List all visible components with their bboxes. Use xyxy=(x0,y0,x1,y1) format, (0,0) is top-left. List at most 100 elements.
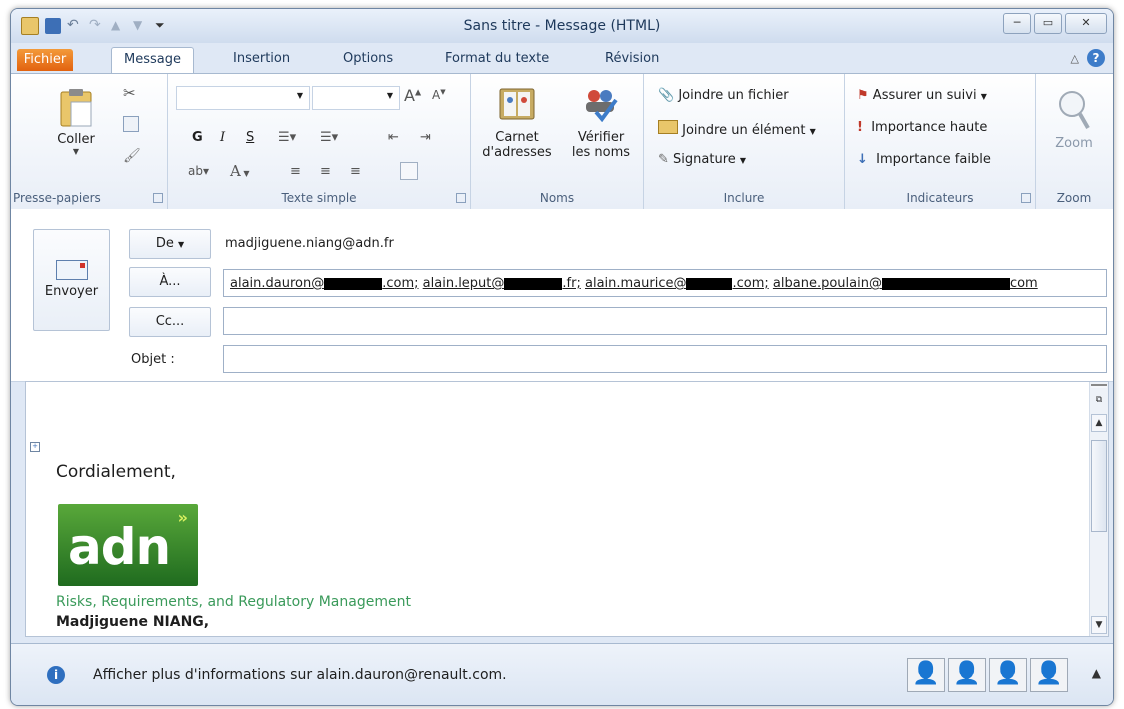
numbering-icon[interactable]: ☰▾ xyxy=(320,130,338,145)
increase-indent-icon[interactable]: ⇥ xyxy=(420,130,431,145)
body-scrollbar[interactable]: ⧉ ▲ ▼ xyxy=(1089,382,1108,636)
bold-button[interactable]: G xyxy=(192,130,203,145)
font-color-button[interactable]: A ▼ xyxy=(230,162,250,180)
move-handle-icon[interactable]: + xyxy=(30,442,40,452)
redaction xyxy=(686,277,733,290)
styles-icon[interactable] xyxy=(400,162,418,180)
clipboard-launcher[interactable] xyxy=(153,193,163,203)
flag-icon: ⚑ xyxy=(857,88,869,103)
underline-button[interactable]: S xyxy=(246,130,254,145)
redaction xyxy=(324,277,383,290)
adn-logo: adn » xyxy=(58,504,198,586)
align-right-icon[interactable]: ≡ xyxy=(350,164,361,179)
cut-icon[interactable]: ✂ xyxy=(123,84,136,102)
include-group-label: Inclure xyxy=(723,191,765,205)
signature-button[interactable]: ✎ Signature ▼ xyxy=(658,152,746,167)
to-field[interactable]: alain.dauron@ .com; alain.leput@ .fr; alai… xyxy=(223,269,1107,297)
recipient-address[interactable]: albane.poulain@ com xyxy=(773,276,1038,291)
recipient-address[interactable]: alain.dauron@ .com; xyxy=(230,276,419,291)
to-part: com xyxy=(1009,276,1038,291)
align-left-icon[interactable]: ≡ xyxy=(290,164,301,179)
clipboard-icon xyxy=(60,89,92,127)
avatar[interactable]: 👤 xyxy=(907,658,945,692)
attach-item-label: Joindre un élément xyxy=(682,123,806,138)
maximize-button[interactable]: ▭ xyxy=(1034,13,1062,34)
address-book-button[interactable]: Carnet d'adresses xyxy=(479,86,555,160)
shrink-font-icon[interactable]: A▼ xyxy=(432,88,446,102)
check-names-button[interactable]: Vérifier les noms xyxy=(565,86,637,160)
chevrons-icon: » xyxy=(177,508,188,527)
basic-text-launcher[interactable] xyxy=(456,193,466,203)
scroll-down-button[interactable]: ▼ xyxy=(1091,616,1107,634)
font-color-label: A xyxy=(230,162,241,180)
align-center-icon[interactable]: ≡ xyxy=(320,164,331,179)
greeting-text: Cordialement, xyxy=(56,462,176,482)
tab-options[interactable]: Options xyxy=(343,51,393,66)
scroll-thumb[interactable] xyxy=(1091,440,1107,532)
to-button[interactable]: À... xyxy=(129,267,211,297)
scroll-up-button[interactable]: ▲ xyxy=(1091,414,1107,432)
minimize-button[interactable]: ─ xyxy=(1003,13,1031,34)
window-controls: ─ ▭ ✕ xyxy=(1003,13,1107,34)
copy-icon[interactable] xyxy=(123,116,139,132)
high-importance-button[interactable]: ! Importance haute xyxy=(857,120,987,135)
tab-revision[interactable]: Révision xyxy=(605,51,659,66)
info-text[interactable]: Afficher plus d'informations sur alain.d… xyxy=(93,667,507,683)
tab-message[interactable]: Message xyxy=(111,47,194,74)
highlight-icon[interactable]: ab▾ xyxy=(188,164,209,178)
avatar[interactable]: 👤 xyxy=(989,658,1027,692)
tab-insertion[interactable]: Insertion xyxy=(233,51,290,66)
clipboard-group-label: Presse-papiers xyxy=(13,191,101,205)
attach-item-button[interactable]: Joindre un élément ▼ xyxy=(658,120,816,138)
font-size-combo[interactable]: ▼ xyxy=(312,86,400,110)
to-part: alain.leput@ xyxy=(422,276,505,291)
to-part: .fr; xyxy=(562,276,581,291)
italic-button[interactable]: I xyxy=(220,130,225,145)
to-part: .com; xyxy=(732,276,769,291)
recipient-address[interactable]: alain.maurice@ .com; xyxy=(585,276,769,291)
ruler-icon[interactable]: ⧉ xyxy=(1091,392,1107,410)
decrease-indent-icon[interactable]: ⇤ xyxy=(388,130,399,145)
window-title: Sans titre - Message (HTML) xyxy=(463,18,661,34)
cc-button[interactable]: Cc... xyxy=(129,307,211,337)
signature-icon: ✎ xyxy=(658,152,669,167)
title-bar: ↶ ↷ ▲ ▼ ⏷ Sans titre - Message (HTML) ─ … xyxy=(11,9,1113,43)
bullets-icon[interactable]: ☰▾ xyxy=(278,130,296,145)
from-button[interactable]: De ▼ xyxy=(129,229,211,259)
tab-fichier[interactable]: Fichier xyxy=(17,49,73,71)
compose-header: Envoyer De ▼ madjiguene.niang@adn.fr À..… xyxy=(11,209,1113,382)
minimize-ribbon-icon[interactable]: △ xyxy=(1071,52,1079,65)
high-importance-label: Importance haute xyxy=(871,120,988,135)
tags-launcher[interactable] xyxy=(1021,193,1031,203)
avatar[interactable]: 👤 xyxy=(1030,658,1068,692)
split-handle[interactable] xyxy=(1091,384,1107,388)
zoom-button[interactable]: Zoom xyxy=(1044,88,1104,151)
expand-pane-icon[interactable]: ▲ xyxy=(1092,666,1101,680)
recipient-address[interactable]: alain.leput@ .fr; xyxy=(423,276,581,291)
paperclip-icon: 📎 xyxy=(658,88,675,103)
avatar[interactable]: 👤 xyxy=(948,658,986,692)
attach-item-icon xyxy=(658,120,678,134)
group-zoom: Zoom Zoom xyxy=(1036,74,1112,209)
cc-field[interactable] xyxy=(223,307,1107,335)
address-book-label-1: Carnet xyxy=(495,130,539,145)
tab-format-du-texte[interactable]: Format du texte xyxy=(445,51,549,66)
info-icon: i xyxy=(47,666,65,684)
paste-dropdown-icon: ▼ xyxy=(72,147,80,156)
help-icon[interactable]: ? xyxy=(1087,49,1105,67)
grow-font-icon[interactable]: A▲ xyxy=(404,86,421,105)
paste-button[interactable]: Coller ▼ xyxy=(51,88,101,156)
message-body[interactable]: + Cordialement, adn » Risks, Requirement… xyxy=(25,381,1109,637)
format-painter-icon[interactable]: 🖌 xyxy=(123,148,141,164)
attach-file-button[interactable]: 📎 Joindre un fichier xyxy=(658,88,789,103)
people-pane-bar: i Afficher plus d'informations sur alain… xyxy=(11,643,1113,705)
low-importance-button[interactable]: ↓ Importance faible xyxy=(857,152,991,167)
font-name-combo[interactable]: ▼ xyxy=(176,86,310,110)
address-book-icon xyxy=(499,88,535,120)
close-button[interactable]: ✕ xyxy=(1065,13,1107,34)
group-clipboard: Coller ▼ ✂ 🖌 Presse-papiers xyxy=(11,74,168,209)
subject-field[interactable] xyxy=(223,345,1107,373)
to-part: alain.dauron@ xyxy=(230,276,325,291)
follow-up-button[interactable]: ⚑ Assurer un suivi ▼ xyxy=(857,88,987,103)
send-button[interactable]: Envoyer xyxy=(33,229,110,331)
